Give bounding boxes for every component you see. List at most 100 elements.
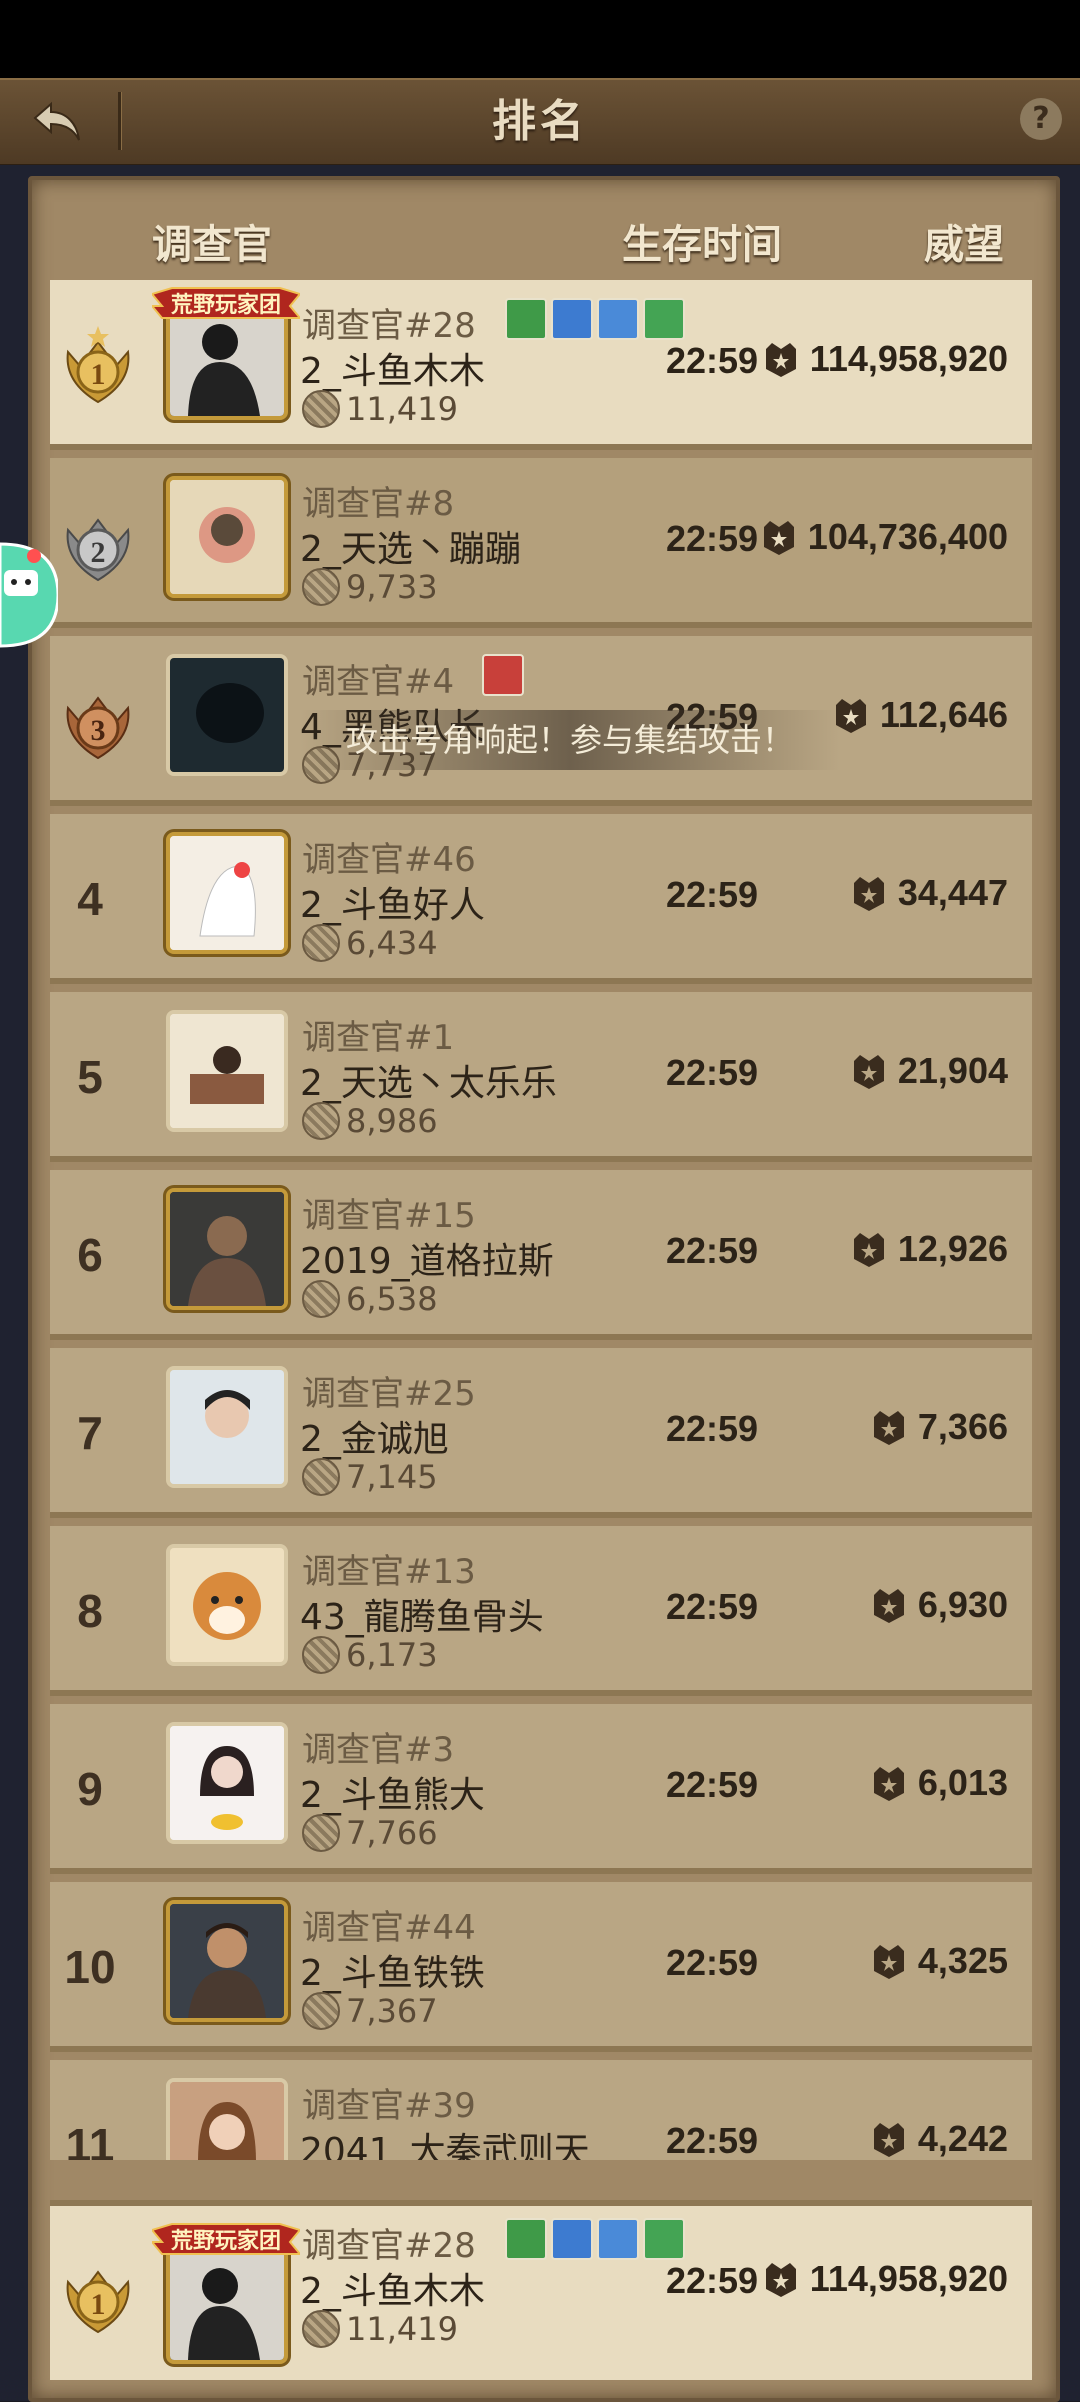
survival-time: 22:59: [665, 1230, 759, 1271]
rank-number: 4: [77, 873, 103, 925]
prestige-value: 114,958,920: [809, 2258, 1008, 2299]
investigator-tag: 调查官#39: [302, 2086, 476, 2126]
prestige-icon: [873, 1411, 904, 1445]
power-value: 9,733: [346, 568, 438, 606]
power-icon: [302, 1280, 340, 1318]
player-name: 2_天选丶太乐乐: [300, 1063, 557, 1104]
player-name: 43_龍腾鱼骨头: [300, 1597, 544, 1638]
player-name: 2_斗鱼木木: [300, 2271, 485, 2312]
avatar[interactable]: [166, 2242, 288, 2364]
prestige-stat: 114,958,920: [762, 2258, 1008, 2300]
table-row[interactable]: 8 调查官#13 43_龍腾鱼骨头 6,173 22:59 6,930: [50, 1526, 1032, 1696]
ranking-list[interactable]: 1 荒野玩家团 调查官#28 2_斗鱼木木 11,419 22:59 114,9…: [50, 280, 1032, 2160]
power-value: 11,419: [346, 390, 458, 428]
survival-time: 22:59: [665, 1052, 759, 1093]
table-row[interactable]: 6 调查官#15 2019_道格拉斯 6,538 22:59 12,926: [50, 1170, 1032, 1340]
club-ribbon-text: 荒野玩家团: [171, 292, 281, 318]
avatar[interactable]: [166, 1010, 288, 1132]
investigator-tag: 调查官#46: [302, 840, 476, 880]
prestige-value: 112,646: [879, 694, 1008, 735]
prestige-icon: [873, 1945, 904, 1979]
table-row[interactable]: 9 调查官#3 2_斗鱼熊大 7,766 22:59 6,013: [50, 1704, 1032, 1874]
prestige-icon: [853, 1233, 884, 1267]
investigator-tag: 调查官#25: [302, 1374, 476, 1414]
prestige-stat: 6,930: [870, 1584, 1008, 1626]
prestige-icon: [873, 1589, 904, 1623]
prestige-stat: 21,904: [850, 1050, 1008, 1092]
avatar[interactable]: [166, 476, 288, 598]
floating-assistant-icon[interactable]: [0, 536, 58, 654]
skill-icons: [482, 654, 524, 696]
help-icon[interactable]: ?: [1020, 98, 1062, 140]
survival-time: 22:59: [665, 1764, 759, 1805]
prestige-value: 114,958,920: [809, 338, 1008, 379]
bronze-medal-icon: 3: [66, 696, 130, 760]
power-value: 7,766: [346, 1814, 438, 1852]
svg-text:2: 2: [91, 536, 106, 569]
prestige-icon: [765, 2263, 796, 2297]
avatar[interactable]: [166, 1544, 288, 1666]
investigator-tag: 调查官#1: [302, 1018, 455, 1058]
power-value: 7,145: [346, 1458, 438, 1496]
svg-text:3: 3: [91, 714, 106, 747]
avatar[interactable]: [166, 1188, 288, 1310]
prestige-value: 7,366: [917, 1406, 1008, 1447]
table-row[interactable]: 1 荒野玩家团 调查官#28 2_斗鱼木木 11,419 22:59 114,9…: [50, 280, 1032, 450]
survival-time: 22:59: [665, 1408, 759, 1449]
power-stat: 6,538: [302, 1280, 438, 1318]
title-bar: 排名 ?: [0, 78, 1080, 167]
self-rank-row[interactable]: 1 荒野玩家团 调查官#28 2_斗鱼木木 11,419 22:59 114,9…: [50, 2200, 1032, 2380]
prestige-value: 4,242: [917, 2118, 1008, 2159]
prestige-value: 6,930: [917, 1584, 1008, 1625]
avatar[interactable]: [166, 832, 288, 954]
prestige-stat: 34,447: [850, 872, 1008, 914]
power-stat: 11,419: [302, 390, 458, 428]
prestige-stat: 12,926: [850, 1228, 1008, 1270]
investigator-tag: 调查官#3: [302, 1730, 455, 1770]
rank-number: 10: [64, 1941, 116, 1993]
column-investigator: 调查官: [152, 222, 272, 268]
page-title: 排名: [492, 96, 588, 147]
rank-number: 5: [77, 1051, 103, 1103]
table-row[interactable]: 7 调查官#25 2_金诚旭 7,145 22:59 7,366: [50, 1348, 1032, 1518]
table-row[interactable]: 4 调查官#46 2_斗鱼好人 6,434 22:59 34,447: [50, 814, 1032, 984]
prestige-stat: 104,736,400: [760, 516, 1008, 558]
prestige-stat: 7,366: [870, 1406, 1008, 1448]
avatar[interactable]: [166, 1366, 288, 1488]
rank-number: 11: [65, 2119, 115, 2160]
rally-toast: 攻击号角响起！参与集结攻击！: [300, 710, 840, 770]
shield-skill-icon: [551, 2218, 593, 2260]
player-name: 2_斗鱼木木: [300, 351, 485, 392]
column-headers: 调查官 生存时间 威望: [28, 192, 1052, 278]
survival-time: 22:59: [665, 874, 759, 915]
svg-text:1: 1: [91, 358, 106, 391]
prestige-stat: 6,013: [870, 1762, 1008, 1804]
avatar[interactable]: [166, 1722, 288, 1844]
silver-medal-icon: 2: [66, 518, 130, 582]
player-name: 2_金诚旭: [300, 1419, 449, 1460]
power-value: 6,173: [346, 1636, 438, 1674]
gun-skill-icon: [482, 654, 524, 696]
power-icon: [302, 390, 340, 428]
prestige-value: 34,447: [897, 872, 1008, 913]
avatar[interactable]: [166, 1900, 288, 2022]
prestige-stat: 4,325: [870, 1940, 1008, 1982]
table-row[interactable]: 2 调查官#8 2_天选丶蹦蹦 9,733 22:59 104,736,400: [50, 458, 1032, 628]
avatar[interactable]: [166, 2078, 288, 2160]
power-icon: [302, 1458, 340, 1496]
table-row[interactable]: 11 调查官#39 2041_大秦武则天 22:59 4,242: [50, 2060, 1032, 2160]
table-row[interactable]: 5 调查官#1 2_天选丶太乐乐 8,986 22:59 21,904: [50, 992, 1032, 1162]
survival-time: 22:59: [665, 518, 759, 559]
prestige-icon: [853, 1055, 884, 1089]
table-row[interactable]: 10 调查官#44 2_斗鱼铁铁 7,367 22:59 4,325: [50, 1882, 1032, 2052]
column-prestige: 威望: [924, 222, 1004, 268]
svg-text:1: 1: [91, 2288, 106, 2321]
prestige-icon: [765, 343, 796, 377]
power-icon: [302, 1814, 340, 1852]
investigator-tag: 调查官#44: [302, 1908, 476, 1948]
power-stat: 7,145: [302, 1458, 438, 1496]
power-value: 11,419: [346, 2310, 458, 2348]
avatar[interactable]: [166, 654, 288, 776]
hammer-skill-icon: [505, 2218, 547, 2260]
player-name: 2_天选丶蹦蹦: [300, 529, 521, 570]
